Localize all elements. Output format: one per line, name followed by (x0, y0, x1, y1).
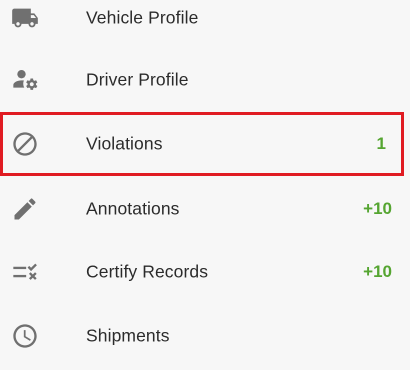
menu-item-label: Shipments (86, 325, 170, 346)
block-icon (10, 129, 40, 159)
menu-item-label: Certify Records (86, 261, 209, 282)
menu-item-vehicle-profile[interactable]: Vehicle Profile (0, 0, 410, 50)
menu-item-shipments[interactable]: Shipments (0, 304, 410, 368)
menu-item-label: Vehicle Profile (86, 7, 199, 28)
menu-item-count: +10 (363, 262, 392, 281)
menu-item-label: Annotations (86, 198, 180, 219)
menu-item-violations[interactable]: Violations 1 (0, 112, 404, 176)
driver-settings-icon (10, 65, 40, 95)
truck-icon (10, 3, 40, 33)
menu-item-label: Driver Profile (86, 69, 189, 90)
menu-item-count: +10 (363, 199, 392, 218)
menu-item-count: 1 (376, 134, 386, 153)
certify-icon (10, 257, 40, 287)
menu-item-annotations[interactable]: Annotations +10 (0, 177, 410, 241)
menu-item-label: Violations (86, 133, 163, 154)
menu-item-driver-profile[interactable]: Driver Profile (0, 48, 410, 112)
menu-item-certify-records[interactable]: Certify Records +10 (0, 240, 410, 304)
clock-icon (10, 321, 40, 351)
pencil-icon (10, 194, 40, 224)
